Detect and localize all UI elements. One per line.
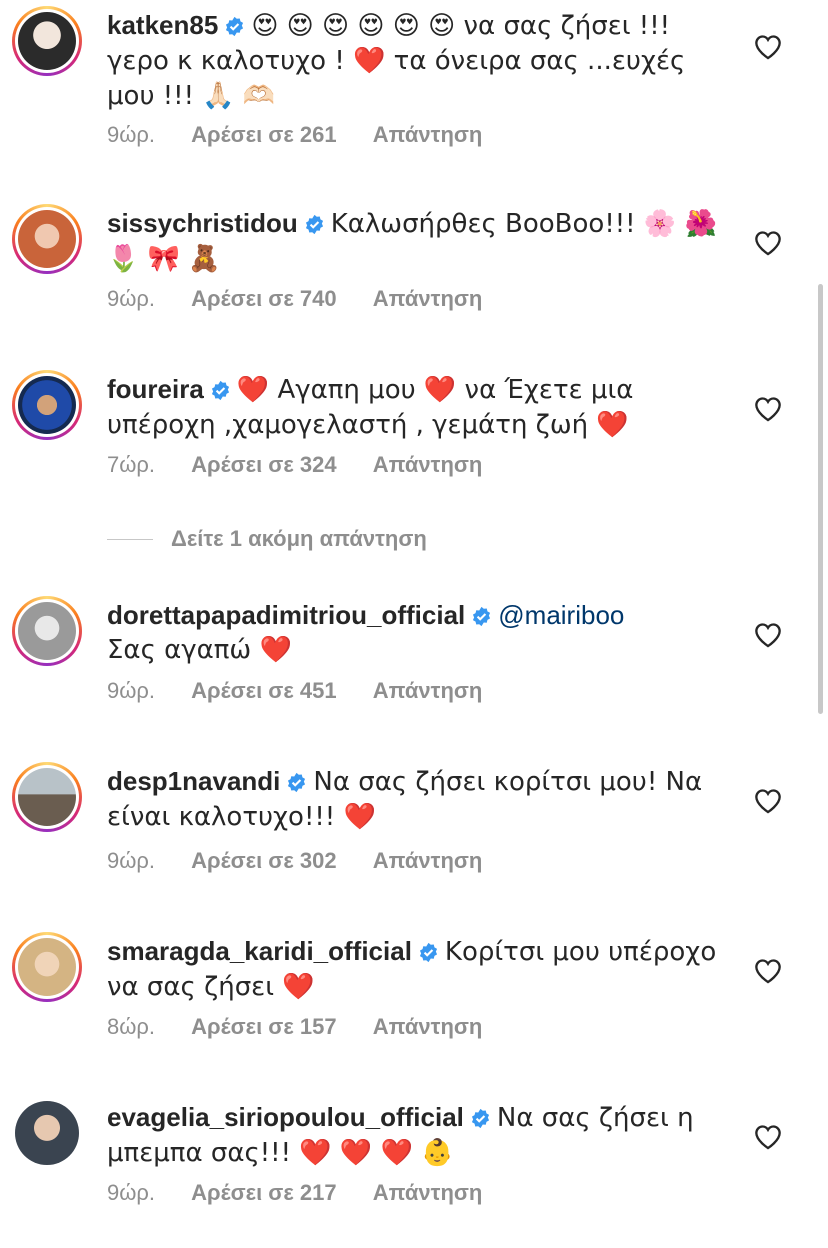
avatar-story-ring[interactable] [12,370,82,440]
verified-badge-icon [226,16,244,37]
avatar-story-ring[interactable] [12,6,82,76]
avatar-story-ring[interactable] [12,762,82,832]
like-heart-icon[interactable] [754,34,782,60]
avatar [15,1101,79,1165]
avatar-story-ring[interactable] [12,596,82,666]
comment-meta: 9ώρ. Αρέσει σε 451 Απάντηση [107,678,512,704]
reply-button[interactable]: Απάντηση [373,1180,483,1205]
view-more-replies-button[interactable]: Δείτε 1 ακόμη απάντηση [107,524,427,554]
comment-body: foureira ❤️ Αγαπη μου ❤️ να Έχετε μια υπέ… [107,372,727,442]
avatar [18,938,76,996]
comment-body: evagelia_siriopoulou_official Να σας ζήσε… [107,1100,727,1170]
likes-count[interactable]: Αρέσει σε 451 [191,678,336,703]
avatar-story-ring[interactable] [12,932,82,1002]
avatar-story-ring[interactable] [12,1098,82,1168]
likes-count[interactable]: Αρέσει σε 302 [191,848,336,873]
likes-count[interactable]: Αρέσει σε 157 [191,1014,336,1039]
comment-time: 9ώρ. [107,286,156,311]
likes-count[interactable]: Αρέσει σε 740 [191,286,336,311]
reply-button[interactable]: Απάντηση [373,286,483,311]
username[interactable]: katken85 [107,10,218,40]
like-heart-icon[interactable] [754,396,782,422]
reply-button[interactable]: Απάντηση [373,678,483,703]
comment-time: 8ώρ. [107,1014,156,1039]
avatar [18,602,76,660]
verified-badge-icon [305,214,323,235]
avatar [18,12,76,70]
comment-body: dorettapapadimitriou_official @mairiboo Σα… [107,598,727,667]
username[interactable]: foureira [107,374,204,404]
mention-link[interactable]: @mairiboo [498,600,624,630]
comments-feed: katken85 😍 😍 😍 😍 😍 😍 να σας ζήσει !!! γερ… [0,0,828,1248]
avatar [18,768,76,826]
username[interactable]: smaragda_karidi_official [107,936,412,966]
reply-button[interactable]: Απάντηση [373,122,483,147]
view-more-divider [107,538,153,540]
username[interactable]: evagelia_siriopoulou_official [107,1102,464,1132]
comment-meta: 9ώρ. Αρέσει σε 217 Απάντηση [107,1180,512,1206]
avatar [18,376,76,434]
comment-body: desp1navandi Να σας ζήσει κορίτσι μου! Να… [107,764,727,834]
scrollbar[interactable] [818,284,823,714]
comment-body: smaragda_karidi_official Κορίτσι μου υπέρ… [107,934,727,1004]
like-heart-icon[interactable] [754,1124,782,1150]
likes-count[interactable]: Αρέσει σε 261 [191,122,336,147]
comment-meta: 8ώρ. Αρέσει σε 157 Απάντηση [107,1014,512,1040]
comment-text: Σας αγαπώ ❤️ [107,635,292,665]
comment-time: 9ώρ. [107,122,156,147]
comment-time: 9ώρ. [107,848,156,873]
likes-count[interactable]: Αρέσει σε 324 [191,452,336,477]
comment-meta: 9ώρ. Αρέσει σε 740 Απάντηση [107,286,512,312]
likes-count[interactable]: Αρέσει σε 217 [191,1180,336,1205]
reply-button[interactable]: Απάντηση [373,1014,483,1039]
comment-time: 9ώρ. [107,1180,156,1205]
avatar-story-ring[interactable] [12,204,82,274]
comment-body: katken85 😍 😍 😍 😍 😍 😍 να σας ζήσει !!! γερ… [107,8,727,113]
comment-meta: 7ώρ. Αρέσει σε 324 Απάντηση [107,452,512,478]
like-heart-icon[interactable] [754,622,782,648]
comment-time: 9ώρ. [107,678,156,703]
comment-meta: 9ώρ. Αρέσει σε 302 Απάντηση [107,848,512,874]
reply-button[interactable]: Απάντηση [373,452,483,477]
comment-body: sissychristidou Καλωσήρθες BooBoo!!! 🌸 🌺 … [107,206,727,276]
comment-meta: 9ώρ. Αρέσει σε 261 Απάντηση [107,122,512,148]
username[interactable]: dorettapapadimitriou_official [107,600,465,630]
comment-time: 7ώρ. [107,452,156,477]
username[interactable]: desp1navandi [107,766,280,796]
avatar [18,210,76,268]
verified-badge-icon [288,772,306,793]
verified-badge-icon [211,380,229,401]
username[interactable]: sissychristidou [107,208,298,238]
reply-button[interactable]: Απάντηση [373,848,483,873]
like-heart-icon[interactable] [754,958,782,984]
verified-badge-icon [419,942,437,963]
verified-badge-icon [471,1108,489,1129]
verified-badge-icon [473,606,491,627]
like-heart-icon[interactable] [754,788,782,814]
view-more-label: Δείτε 1 ακόμη απάντηση [171,526,427,551]
like-heart-icon[interactable] [754,230,782,256]
